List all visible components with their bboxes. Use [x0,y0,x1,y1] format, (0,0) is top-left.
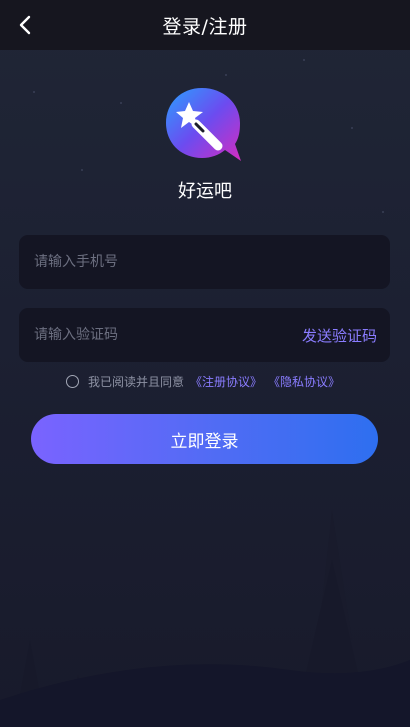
agreement-text: 我已阅读并且同意 [88,374,185,389]
login-button[interactable]: 立即登录 [31,414,378,464]
agreement-checkbox[interactable] [66,374,79,388]
chevron-left-icon [19,15,31,35]
phone-field [19,235,390,289]
app-logo [163,86,245,166]
verification-code-input[interactable] [32,326,302,344]
send-code-button[interactable]: 发送验证码 [302,325,377,346]
navigation-bar: 登录/注册 [0,0,410,50]
agreement-row: 我已阅读并且同意 《注册协议》 《隐私协议》 [66,372,340,390]
background-scenery [0,510,410,727]
verification-code-field: 发送验证码 [19,308,390,362]
phone-input[interactable] [32,253,377,271]
magic-wand-chat-icon [166,88,241,161]
page-title: 登录/注册 [162,15,248,38]
register-agreement-link[interactable]: 《注册协议》 [190,373,262,390]
privacy-agreement-link[interactable]: 《隐私协议》 [268,373,340,390]
back-button[interactable] [10,10,40,40]
app-name: 好运吧 [178,181,232,202]
